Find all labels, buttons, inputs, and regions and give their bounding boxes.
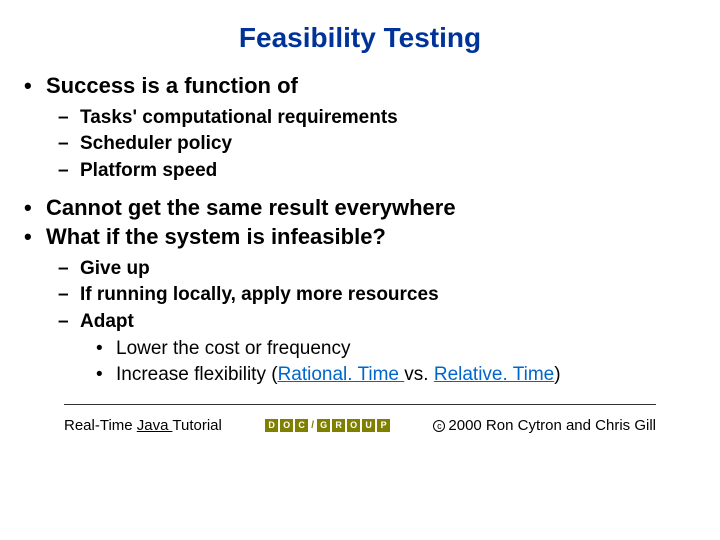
bullet-1-sub-2: Scheduler policy: [80, 132, 696, 157]
bullet-3-sub-3: Adapt Lower the cost or frequency Increa…: [80, 310, 696, 388]
footer: Real-Time Java Tutorial D O C / G R O U …: [24, 405, 696, 434]
bullet-3-sub-3-text: Adapt: [80, 311, 134, 332]
footer-java-link[interactable]: Java: [137, 417, 173, 434]
footer-left: Real-Time Java Tutorial: [64, 417, 222, 434]
logo-letter-d: D: [265, 419, 278, 432]
logo-letter-o2: O: [347, 419, 360, 432]
logo-letter-u: U: [362, 419, 375, 432]
logo-letter-p: P: [377, 419, 390, 432]
bullet-1: Success is a function of Tasks' computat…: [24, 72, 696, 184]
relative-time-link[interactable]: Relative. Time: [434, 364, 554, 385]
bullet-3-sub-2: If running locally, apply more resources: [80, 283, 696, 308]
logo-letter-o: O: [280, 419, 293, 432]
footer-left-suffix: Tutorial: [172, 417, 221, 434]
logo-letter-g: G: [317, 419, 330, 432]
footer-left-prefix: Real-Time: [64, 417, 137, 434]
bullet-3-sub-3-item-1: Lower the cost or frequency: [116, 337, 696, 362]
logo-letter-r: R: [332, 419, 345, 432]
bullet-3-sub-3-item-2: Increase flexibility (Rational. Time vs.…: [116, 363, 696, 388]
bullet-1-text: Success is a function of: [46, 73, 298, 98]
footer-copyright-text: 2000 Ron Cytron and Chris Gill: [448, 417, 656, 434]
rational-time-link[interactable]: Rational. Time: [278, 364, 405, 385]
bullet-3-sub-1: Give up: [80, 257, 696, 282]
footer-right: c2000 Ron Cytron and Chris Gill: [433, 417, 656, 434]
bullet-2: Cannot get the same result everywhere: [24, 194, 696, 222]
bullet-3-text: What if the system is infeasible?: [46, 224, 386, 249]
flex-mid: vs.: [404, 364, 434, 385]
copyright-icon: c: [433, 420, 445, 432]
slide-body: Success is a function of Tasks' computat…: [24, 72, 696, 388]
logo-slash: /: [310, 419, 315, 432]
bullet-1-sub-3: Platform speed: [80, 159, 696, 184]
slide-title: Feasibility Testing: [24, 0, 696, 72]
flex-suffix: ): [554, 364, 560, 385]
bullet-1-sub-1: Tasks' computational requirements: [80, 106, 696, 131]
flex-prefix: Increase flexibility (: [116, 364, 278, 385]
bullet-3: What if the system is infeasible? Give u…: [24, 223, 696, 388]
doc-group-logo: D O C / G R O U P: [265, 419, 390, 432]
logo-letter-c: C: [295, 419, 308, 432]
